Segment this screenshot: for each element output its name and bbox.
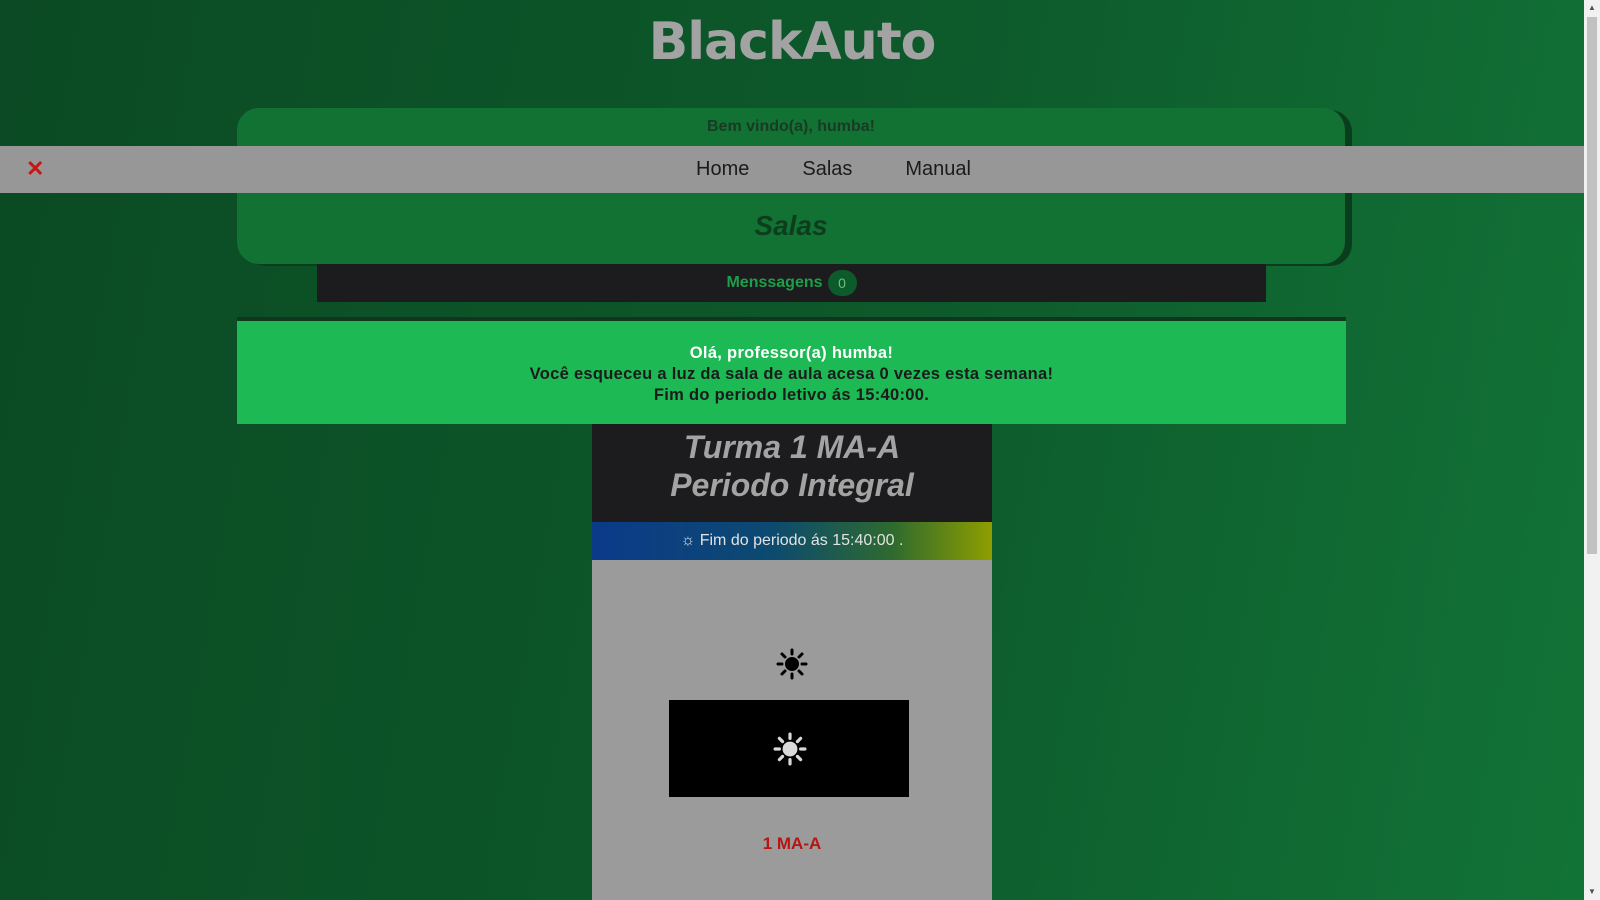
nav-item-home[interactable]: Home xyxy=(696,158,749,181)
messages-bar[interactable]: Menssagens 0 xyxy=(317,264,1266,302)
app-logo: BlackAuto xyxy=(648,12,937,72)
room-name: 1 MA-A xyxy=(762,834,822,853)
nav-item-manual[interactable]: Manual xyxy=(905,158,971,181)
weekly-alert-banner: Olá, professor(a) humba! Você esqueceu a… xyxy=(237,317,1346,424)
messages-label[interactable]: Menssagens xyxy=(726,274,822,292)
nav-item-salas[interactable]: Salas xyxy=(802,158,852,181)
alert-light-count: Você esqueceu a luz da sala de aula aces… xyxy=(529,365,1054,383)
light-toggle-button[interactable] xyxy=(669,700,909,797)
page-title: Salas xyxy=(754,210,828,241)
scroll-down-icon[interactable]: ▼ xyxy=(1584,884,1600,900)
classroom-title-line1: Turma 1 MA-A xyxy=(683,429,901,465)
scrollbar-thumb[interactable] xyxy=(1587,17,1597,554)
sun-outline-icon: ☼ xyxy=(680,532,696,549)
welcome-message: Bem vindo(a), humba! xyxy=(706,118,875,135)
alert-greeting: Olá, professor(a) humba! xyxy=(689,344,894,362)
period-status-strip: ☼ Fim do periodo ás 15:40:00 . xyxy=(592,522,992,560)
classroom-title: Turma 1 MA-A Periodo Integral xyxy=(592,424,992,522)
scroll-up-icon[interactable]: ▲ xyxy=(1584,0,1600,16)
alert-period-end: Fim do periodo letivo ás 15:40:00. xyxy=(653,386,930,404)
page-scrollbar[interactable]: ▲ ▼ xyxy=(1584,0,1600,900)
sun-icon xyxy=(773,732,807,766)
period-status-text: Fim do periodo ás 15:40:00 . xyxy=(699,532,904,549)
classroom-title-line2: Periodo Integral xyxy=(670,467,914,503)
sun-icon xyxy=(776,648,808,680)
classroom-card: Turma 1 MA-A Periodo Integral ☼ Fim do p… xyxy=(592,424,992,900)
messages-count-badge: 0 xyxy=(827,270,857,296)
nav-links: Home Salas Manual xyxy=(696,146,971,193)
close-icon[interactable]: ✕ xyxy=(26,156,44,182)
top-navbar: ✕ Home Salas Manual xyxy=(0,146,1584,193)
